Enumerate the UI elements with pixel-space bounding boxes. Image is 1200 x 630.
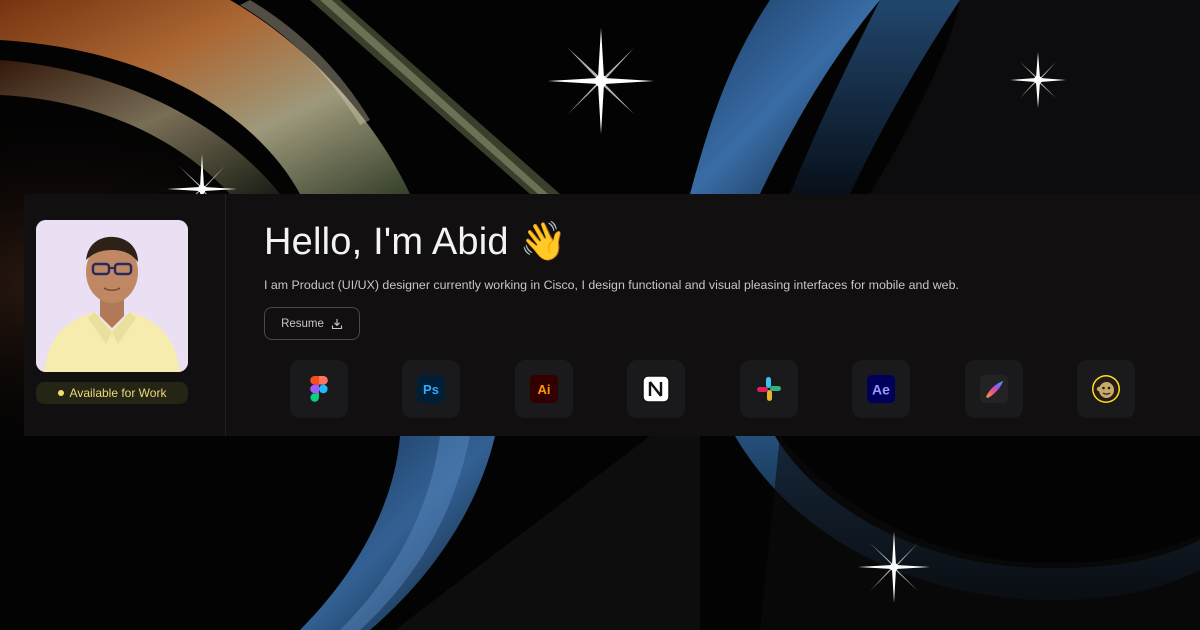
sparkle-icon [1010, 52, 1066, 108]
svg-text:Ae: Ae [872, 382, 890, 398]
avatar [36, 220, 188, 372]
avatar-photo [36, 220, 188, 372]
tool-notion[interactable] [627, 360, 685, 418]
tool-mailchimp[interactable] [1077, 360, 1135, 418]
photoshop-icon: Ps [417, 375, 445, 403]
notion-icon [642, 375, 670, 403]
svg-text:Ps: Ps [423, 382, 439, 397]
tool-procreate[interactable] [965, 360, 1023, 418]
page-title: Hello, I'm Abid 👋 [264, 221, 567, 263]
hero-banner: Available for Work Hello, I'm Abid 👋 I a… [0, 0, 1200, 630]
tool-photoshop[interactable]: Ps [402, 360, 460, 418]
illustrator-icon: Ai [530, 375, 558, 403]
svg-text:Ai: Ai [538, 382, 551, 397]
resume-label: Resume [281, 317, 324, 330]
profile-sidebar: Available for Work [24, 194, 226, 436]
figma-icon [310, 376, 328, 402]
availability-label: Available for Work [69, 386, 167, 400]
resume-button[interactable]: Resume [264, 307, 360, 340]
sparkle-icon [548, 28, 654, 134]
bio-text: I am Product (UI/UX) designer currently … [264, 278, 959, 292]
procreate-icon [980, 375, 1008, 403]
mailchimp-icon [1092, 375, 1120, 403]
slack-icon [757, 377, 781, 401]
tool-after-effects[interactable]: Ae [852, 360, 910, 418]
download-icon [331, 318, 342, 329]
availability-badge: Available for Work [36, 382, 188, 404]
tool-slack[interactable] [740, 360, 798, 418]
sparkle-icon [858, 531, 930, 603]
after-effects-icon: Ae [867, 375, 895, 403]
profile-card: Available for Work Hello, I'm Abid 👋 I a… [24, 194, 1200, 436]
tool-illustrator[interactable]: Ai [515, 360, 573, 418]
tool-figma[interactable] [290, 360, 348, 418]
status-dot-icon [57, 390, 64, 396]
